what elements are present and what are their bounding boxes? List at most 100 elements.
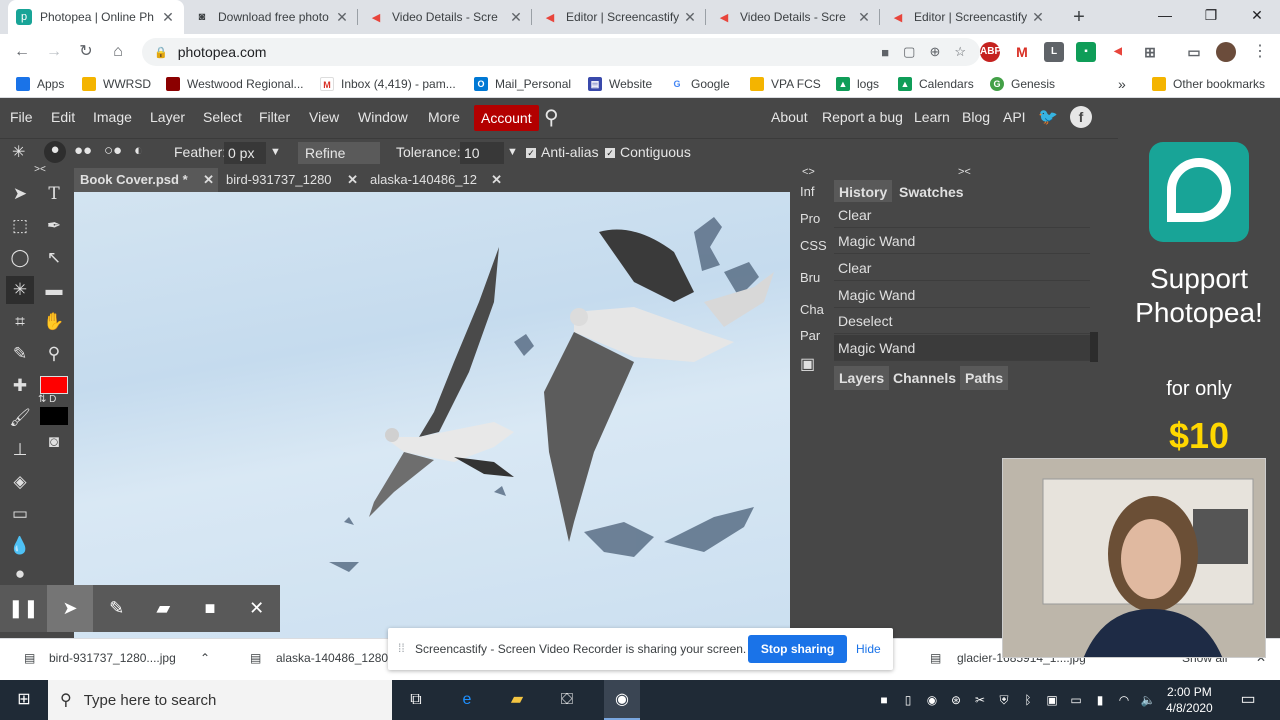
tray-chrome-icon[interactable]: ◉ bbox=[920, 688, 944, 712]
history-item[interactable]: Clear bbox=[834, 202, 1090, 228]
bookmark-apps[interactable]: Apps bbox=[16, 74, 64, 94]
stop-sharing-button[interactable]: Stop sharing bbox=[748, 635, 847, 663]
eraser-tool-icon[interactable]: ◈ bbox=[6, 468, 34, 496]
stamp-tool-icon[interactable]: ⊥ bbox=[6, 436, 34, 464]
extensions-puzzle-icon[interactable]: ⊞ bbox=[1140, 42, 1160, 62]
menu-more[interactable]: More bbox=[428, 109, 460, 125]
pen-draw-icon[interactable]: ✎ bbox=[93, 585, 140, 632]
close-tab-icon[interactable]: ✕ bbox=[160, 9, 176, 26]
close-tab-icon[interactable]: ✕ bbox=[508, 9, 524, 26]
image-panel-icon[interactable]: ▣ bbox=[800, 354, 815, 374]
eyedropper-tool-icon[interactable]: ✎ bbox=[6, 340, 34, 368]
edge-icon[interactable]: e bbox=[455, 688, 479, 712]
classroom-extension-icon[interactable]: ▪ bbox=[1076, 42, 1096, 62]
doc-tab-book-cover[interactable]: Book Cover.psd * ✕ bbox=[74, 168, 218, 192]
tolerance-input[interactable]: 10 bbox=[460, 142, 504, 164]
close-tab-icon[interactable]: ✕ bbox=[856, 9, 872, 26]
type-tool-icon[interactable]: T bbox=[40, 180, 68, 208]
zoom-tool-icon[interactable]: ⚲ bbox=[40, 340, 68, 368]
facebook-icon[interactable]: f bbox=[1070, 106, 1092, 128]
marquee-tool-icon[interactable]: ⬚ bbox=[6, 212, 34, 240]
bookmark-mail-personal[interactable]: O Mail_Personal bbox=[474, 74, 571, 94]
healing-tool-icon[interactable]: ✚ bbox=[6, 372, 34, 400]
close-window-icon[interactable]: ✕ bbox=[1234, 0, 1280, 32]
bookmark-westwood[interactable]: Westwood Regional... bbox=[166, 74, 304, 94]
dodge-tool-icon[interactable]: ● bbox=[6, 560, 34, 588]
background-color-swatch[interactable] bbox=[40, 407, 68, 425]
tray-shield-icon[interactable]: ⛨ bbox=[992, 688, 1016, 712]
forward-icon[interactable]: → bbox=[42, 40, 66, 64]
collapse-arrows-icon[interactable]: >< bbox=[26, 164, 54, 176]
tab-paths[interactable]: Paths bbox=[960, 366, 1009, 390]
history-item[interactable]: Magic Wand bbox=[834, 282, 1090, 308]
link-about[interactable]: About bbox=[771, 109, 808, 125]
expand-arrows-icon[interactable]: <> bbox=[802, 166, 815, 178]
magic-wand-tool-icon[interactable]: ✳ bbox=[6, 276, 34, 304]
close-tab-icon[interactable]: ✕ bbox=[334, 9, 350, 26]
cursor-tool-icon[interactable]: ➤ bbox=[46, 585, 94, 632]
taskbar-search[interactable]: ⚲ Type here to search bbox=[48, 680, 392, 720]
battery-icon[interactable]: ▮ bbox=[1088, 688, 1112, 712]
tolerance-dropdown-icon[interactable]: ▼ bbox=[507, 146, 518, 158]
link-api[interactable]: API bbox=[1003, 109, 1026, 125]
tab-video-details[interactable]: ◀ Video Details - Scre ✕ bbox=[360, 0, 532, 34]
zoom-icon[interactable]: ⊕ bbox=[929, 44, 940, 60]
close-doc-icon[interactable]: ✕ bbox=[347, 168, 358, 192]
wifi-icon[interactable]: ◠ bbox=[1112, 688, 1136, 712]
image-canvas[interactable] bbox=[74, 192, 790, 638]
bookmark-other[interactable]: Other bookmarks bbox=[1152, 74, 1265, 94]
brush-panel-button[interactable]: Bru bbox=[800, 270, 820, 285]
cast-icon[interactable]: ▭ bbox=[1184, 42, 1204, 62]
history-item[interactable]: Magic Wand bbox=[834, 228, 1090, 254]
bookmark-inbox[interactable]: M Inbox (4,419) - pam... bbox=[320, 74, 456, 94]
bookmark-vpa-fcs[interactable]: VPA FCS bbox=[750, 74, 821, 94]
webcam-overlay[interactable] bbox=[1002, 458, 1266, 658]
video-camera-icon[interactable]: ■ bbox=[881, 45, 889, 60]
windows-start-icon[interactable]: ⊞ bbox=[12, 688, 36, 712]
l-extension-icon[interactable]: L bbox=[1044, 42, 1064, 62]
more-bookmarks-icon[interactable]: » bbox=[1118, 74, 1126, 94]
gradient-tool-icon[interactable]: ▭ bbox=[6, 500, 34, 528]
subtract-selection-icon[interactable]: ○● bbox=[104, 142, 122, 159]
pen-tool-icon[interactable]: ✒ bbox=[40, 212, 68, 240]
brush-tool-icon[interactable]: 🖌 bbox=[6, 404, 34, 432]
crop-tool-icon[interactable]: ⌗ bbox=[6, 308, 34, 336]
profile-avatar[interactable] bbox=[1216, 42, 1236, 62]
menu-window[interactable]: Window bbox=[358, 109, 408, 125]
quick-mask-icon[interactable]: ◙ bbox=[40, 428, 68, 456]
tab-editor-screencastify[interactable]: ◀ Editor | Screencastify ✕ bbox=[534, 0, 706, 34]
screencastify-extension-icon[interactable]: ◀ bbox=[1108, 42, 1128, 62]
properties-panel-button[interactable]: Pro bbox=[800, 211, 820, 226]
drag-handle-icon[interactable]: ⁞⁞ bbox=[398, 641, 405, 655]
tray-phone-icon[interactable]: ▯ bbox=[896, 688, 920, 712]
swap-colors-icon[interactable]: ⇅ D bbox=[38, 394, 56, 405]
direct-select-icon[interactable]: ↖ bbox=[40, 244, 68, 272]
menu-filter[interactable]: Filter bbox=[259, 109, 290, 125]
volume-icon[interactable]: 🔈 bbox=[1136, 688, 1160, 712]
feather-dropdown-icon[interactable]: ▼ bbox=[270, 146, 281, 158]
tab-history[interactable]: History bbox=[834, 180, 893, 204]
collapse-panel-icon[interactable]: >< bbox=[958, 166, 971, 178]
notifications-icon[interactable]: ▭ bbox=[1236, 688, 1260, 712]
feather-input[interactable]: 0 px bbox=[224, 142, 266, 164]
link-report-bug[interactable]: Report a bug bbox=[822, 109, 903, 125]
lasso-tool-icon[interactable]: ◯ bbox=[6, 244, 34, 272]
close-tab-icon[interactable]: ✕ bbox=[682, 9, 698, 26]
close-doc-icon[interactable]: ✕ bbox=[491, 168, 502, 192]
history-item-current[interactable]: Magic Wand bbox=[834, 335, 1090, 361]
bookmark-genesis[interactable]: G Genesis bbox=[990, 74, 1055, 94]
tab-video-details-2[interactable]: ◀ Video Details - Scre ✕ bbox=[708, 0, 880, 34]
pause-icon[interactable]: ❚❚ bbox=[0, 585, 47, 632]
chrome-menu-icon[interactable]: ⋮ bbox=[1248, 40, 1272, 64]
adblock-extension-icon[interactable]: ABP bbox=[980, 42, 1001, 62]
download-item[interactable]: alaska-140486_1280.j bbox=[276, 651, 394, 665]
bookmark-calendars[interactable]: ▲ Calendars bbox=[898, 74, 974, 94]
bookmark-star-icon[interactable]: ☆ bbox=[954, 44, 966, 60]
reload-icon[interactable]: ↻ bbox=[74, 40, 98, 64]
twitter-icon[interactable]: 🐦 bbox=[1038, 107, 1058, 127]
tab-download-photo[interactable]: ◙ Download free photo ✕ bbox=[186, 0, 358, 34]
home-icon[interactable]: ⌂ bbox=[106, 40, 130, 64]
bookmark-website[interactable]: ▤ Website bbox=[588, 74, 652, 94]
menu-select[interactable]: Select bbox=[203, 109, 242, 125]
menu-layer[interactable]: Layer bbox=[150, 109, 185, 125]
